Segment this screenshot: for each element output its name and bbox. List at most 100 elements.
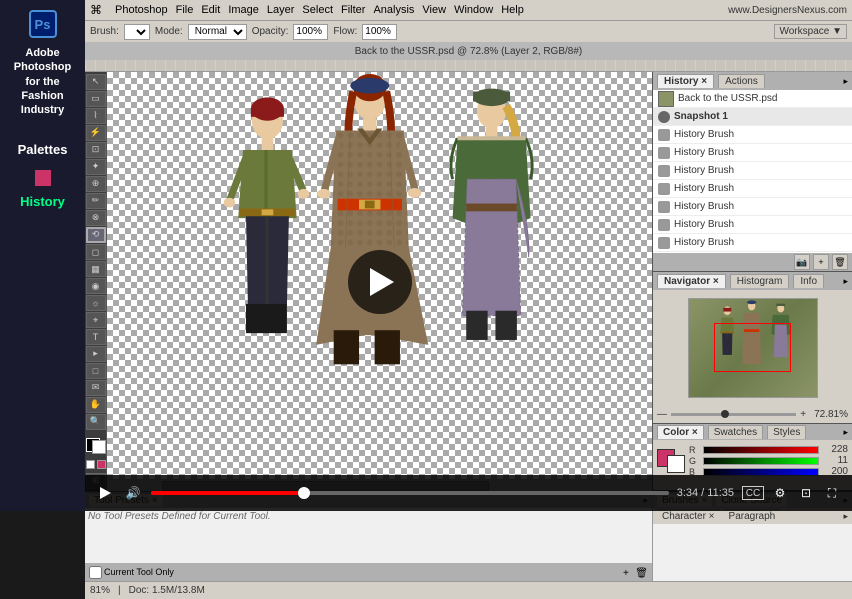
tab-swatches[interactable]: Swatches	[708, 425, 763, 439]
tab-history[interactable]: History ×	[657, 74, 714, 88]
fg-bg-colors[interactable]	[86, 438, 106, 454]
g-channel-slider[interactable]	[703, 457, 819, 465]
tool-lasso[interactable]: ⌇	[86, 108, 106, 124]
tool-type[interactable]: T	[86, 329, 106, 345]
fullscreen-button[interactable]: ⛶	[822, 483, 842, 503]
tool-healing[interactable]: ⊕	[86, 176, 106, 192]
tab-paragraph[interactable]: Paragraph	[724, 509, 781, 523]
opacity-input[interactable]	[293, 24, 328, 40]
navigator-menu[interactable]: ▸	[843, 276, 848, 287]
tool-notes[interactable]: ✉	[86, 380, 106, 396]
tool-move[interactable]: ↖	[86, 74, 106, 90]
history-item-snapshot[interactable]: Snapshot 1	[653, 108, 852, 126]
tab-character[interactable]: Character ×	[657, 509, 720, 523]
history-brush-6[interactable]: History Brush	[653, 216, 852, 234]
sidebar-title: Adobe Photoshop for the Fashion Industry	[5, 46, 80, 117]
history-panel-menu[interactable]: ▸	[843, 76, 848, 87]
delete-preset-btn[interactable]: 🗑	[635, 568, 648, 579]
time-display: 3:34 / 11:35	[677, 487, 734, 499]
tool-clone[interactable]: ⊗	[86, 210, 106, 226]
quick-mask-btn[interactable]	[97, 460, 106, 469]
tool-blur[interactable]: ◉	[86, 278, 106, 294]
snapshot-icon	[658, 111, 670, 123]
zoom-slider[interactable]	[671, 413, 796, 416]
tab-navigator[interactable]: Navigator ×	[657, 274, 726, 288]
color-panel-menu[interactable]: ▸	[843, 427, 848, 438]
mode-select[interactable]: Normal	[188, 24, 247, 40]
history-item-file[interactable]: Back to the USSR.psd	[653, 90, 852, 108]
tab-actions[interactable]: Actions	[718, 74, 765, 88]
menu-edit[interactable]: Edit	[201, 4, 220, 16]
menu-image[interactable]: Image	[228, 4, 259, 16]
play-pause-button[interactable]	[95, 483, 115, 503]
zoom-slider-thumb[interactable]	[721, 410, 729, 418]
tool-presets-content: No Tool Presets Defined for Current Tool…	[85, 508, 652, 563]
tab-info[interactable]: Info	[793, 274, 824, 288]
color-swatch[interactable]	[35, 170, 51, 186]
zoom-out-icon[interactable]: —	[657, 409, 667, 420]
document-title: Back to the USSR.psd @ 72.8% (Layer 2, R…	[355, 46, 582, 57]
history-brush-1[interactable]: History Brush	[653, 126, 852, 144]
flow-input[interactable]	[362, 24, 397, 40]
tool-brush[interactable]: ✏	[86, 193, 106, 209]
tool-marquee[interactable]: ▭	[86, 91, 106, 107]
workspace-dropdown[interactable]: Workspace ▼	[774, 24, 847, 39]
tab-histogram[interactable]: Histogram	[730, 274, 790, 288]
history-brush-5[interactable]: History Brush	[653, 198, 852, 216]
standard-mode-btn[interactable]	[86, 460, 95, 469]
tool-dodge[interactable]: ☼	[86, 295, 106, 311]
tool-crop[interactable]: ⊡	[86, 142, 106, 158]
character-menu[interactable]: ▸	[843, 511, 848, 522]
history-brush-4[interactable]: History Brush	[653, 180, 852, 198]
r-channel-slider[interactable]	[703, 446, 819, 454]
delete-state-btn[interactable]: 🗑	[832, 254, 848, 270]
settings-button[interactable]: ⚙	[770, 483, 790, 503]
brush-history-icon-3	[658, 165, 670, 177]
tool-hand[interactable]: ✋	[86, 397, 106, 413]
menu-select[interactable]: Select	[302, 4, 333, 16]
menu-window[interactable]: Window	[454, 4, 493, 16]
brush-history-icon-7	[658, 237, 670, 249]
r-value: 228	[823, 444, 848, 455]
tool-magic-wand[interactable]: ⚡	[86, 125, 106, 141]
tool-pen[interactable]: ⌖	[86, 312, 106, 328]
new-doc-btn[interactable]: +	[813, 254, 829, 270]
figure-2	[316, 74, 428, 364]
menu-file[interactable]: File	[176, 4, 194, 16]
tool-zoom[interactable]: 🔍	[86, 414, 106, 430]
background-color-swatch[interactable]	[667, 455, 685, 473]
menu-view[interactable]: View	[422, 4, 446, 16]
fg-bg-color-swatch[interactable]	[657, 449, 685, 473]
tool-path-select[interactable]: ▸	[86, 346, 106, 362]
progress-thumb[interactable]	[298, 487, 310, 499]
tool-history-brush[interactable]: ⟲	[86, 227, 106, 243]
volume-button[interactable]: 🔊	[123, 483, 143, 503]
menu-analysis[interactable]: Analysis	[373, 4, 414, 16]
menu-filter[interactable]: Filter	[341, 4, 365, 16]
new-snapshot-btn[interactable]: 📷	[794, 254, 810, 270]
history-brush-7[interactable]: History Brush	[653, 234, 852, 252]
history-brush-2[interactable]: History Brush	[653, 144, 852, 162]
ps-interface: ⌘ Photoshop File Edit Image Layer Select…	[85, 0, 852, 511]
tab-styles[interactable]: Styles	[767, 425, 806, 439]
menu-help[interactable]: Help	[501, 4, 524, 16]
tool-gradient[interactable]: ▦	[86, 261, 106, 277]
tool-eraser[interactable]: ◻	[86, 244, 106, 260]
cc-button[interactable]: CC	[742, 486, 764, 500]
history-panel: History × Actions ▸ Back to the USSR.psd…	[653, 72, 852, 272]
new-preset-btn[interactable]: +	[623, 568, 629, 579]
menu-photoshop[interactable]: Photoshop	[115, 4, 168, 16]
tool-shape[interactable]: □	[86, 363, 106, 379]
progress-bar[interactable]	[151, 491, 669, 495]
background-color[interactable]	[92, 440, 106, 454]
current-tool-only-checkbox[interactable]	[89, 566, 102, 579]
theater-button[interactable]: ⊡	[796, 483, 816, 503]
history-brush-3[interactable]: History Brush	[653, 162, 852, 180]
tab-color[interactable]: Color ×	[657, 425, 704, 439]
status-bar: 81% | Doc: 1.5M/13.8M	[85, 581, 852, 599]
menu-layer[interactable]: Layer	[267, 4, 295, 16]
brush-select[interactable]	[124, 24, 150, 40]
zoom-in-icon[interactable]: +	[800, 409, 806, 420]
tool-eyedropper[interactable]: ✦	[86, 159, 106, 175]
play-button[interactable]	[348, 250, 412, 314]
